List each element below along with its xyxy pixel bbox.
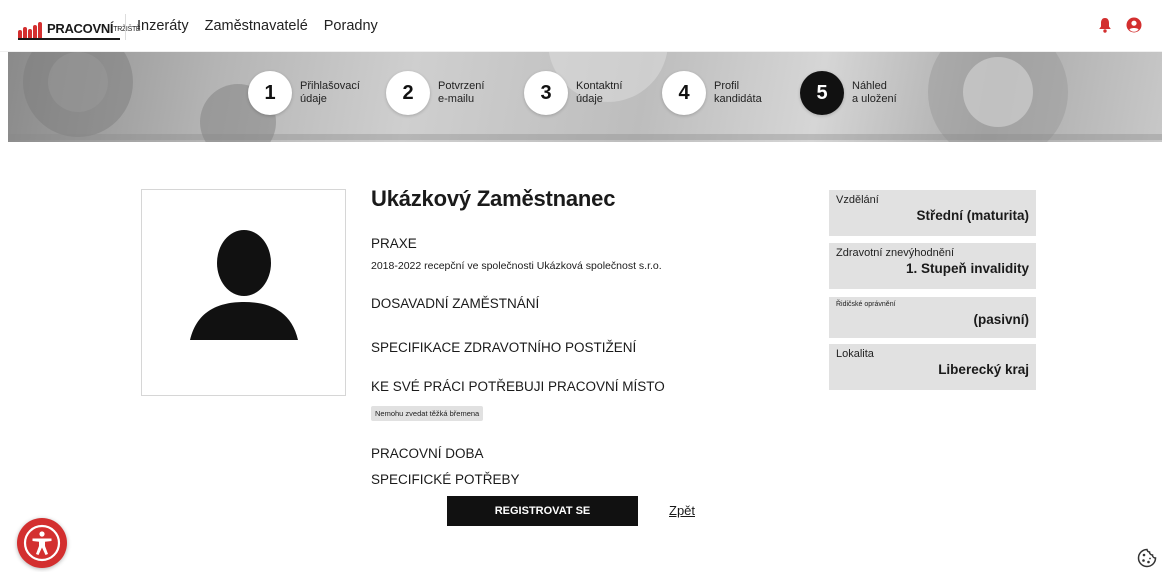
accessibility-button[interactable]: [17, 518, 67, 568]
step-label: Přihlašovací údaje: [300, 80, 360, 105]
step-4[interactable]: 4 Profil kandidáta: [662, 71, 800, 115]
cookie-icon: [1137, 548, 1157, 568]
info-label: Řidičské oprávnění: [836, 301, 896, 308]
info-disability: Zdravotní znevýhodnění 1. Stupeň invalid…: [829, 243, 1036, 289]
top-bar: PRACOVNÍTRŽIŠTĚ Inzeráty Zaměstnavatelé …: [0, 0, 1162, 52]
back-link[interactable]: Zpět: [669, 503, 695, 518]
health-heading: SPECIFIKACE ZDRAVOTNÍHO POSTIŽENÍ: [371, 340, 637, 355]
info-label: Vzdělání: [836, 194, 879, 206]
nav-item-inzeraty[interactable]: Inzeráty: [137, 18, 189, 34]
user-circle-icon[interactable]: [1126, 17, 1142, 38]
step-number: 5: [800, 71, 844, 115]
logo-underline: [18, 38, 120, 40]
praxe-heading: PRAXE: [371, 236, 417, 251]
info-label: Zdravotní znevýhodnění: [836, 247, 955, 259]
nav-item-zamestnavatele[interactable]: Zaměstnavatelé: [205, 18, 308, 34]
info-value: (pasivní): [973, 312, 1029, 327]
step-number: 2: [386, 71, 430, 115]
logo-figures-icon: [18, 22, 42, 38]
profile-content: Ukázkový Zaměstnanec PRAXE 2018-2022 rec…: [371, 186, 811, 487]
info-label: Lokalita: [836, 348, 874, 360]
candidate-name: Ukázkový Zaměstnanec: [371, 186, 616, 211]
needs-heading: SPECIFICKÉ POTŘEBY: [371, 472, 520, 487]
info-value: Střední (maturita): [916, 208, 1029, 223]
info-value: Liberecký kraj: [938, 362, 1029, 377]
profile-photo: [141, 189, 346, 396]
info-location: Lokalita Liberecký kraj: [829, 344, 1036, 390]
step-label: Potvrzení e-mailu: [438, 80, 485, 105]
logo-text: PRACOVNÍTRŽIŠTĚ: [47, 21, 141, 36]
info-value: 1. Stupeň invalidity: [905, 261, 1029, 276]
accessibility-icon: [23, 524, 61, 562]
step-label: Náhled a uložení: [852, 80, 897, 105]
hours-heading: PRACOVNÍ DOBA: [371, 446, 484, 461]
step-2[interactable]: 2 Potvrzení e-mailu: [386, 71, 524, 115]
logo[interactable]: PRACOVNÍTRŽIŠTĚ: [18, 16, 141, 38]
step-label: Kontaktní údaje: [576, 80, 623, 105]
workplace-tag: Nemohu zvedat těžká břemena: [371, 406, 484, 421]
workplace-heading: KE SVÉ PRÁCI POTŘEBUJI PRACOVNÍ MÍSTO: [371, 379, 665, 394]
steps-banner: 1 Přihlašovací údaje 2 Potvrzení e-mailu 3…: [8, 52, 1162, 142]
step-5[interactable]: 5 Náhled a uložení: [800, 71, 938, 115]
bell-icon[interactable]: [1098, 17, 1112, 38]
praxe-text: 2018-2022 recepční ve společnosti Ukázko…: [371, 260, 662, 272]
employment-heading: DOSAVADNÍ ZAMĚSTNÁNÍ: [371, 296, 540, 311]
step-label: Profil kandidáta: [714, 80, 762, 105]
nav-item-poradny[interactable]: Poradny: [324, 18, 378, 34]
info-education: Vzdělání Střední (maturita): [829, 190, 1036, 236]
step-number: 1: [248, 71, 292, 115]
step-number: 3: [524, 71, 568, 115]
info-license: Řidičské oprávnění (pasivní): [829, 297, 1036, 338]
cookie-settings-button[interactable]: [1137, 548, 1157, 572]
step-3[interactable]: 3 Kontaktní údaje: [524, 71, 662, 115]
steps-list: 1 Přihlašovací údaje 2 Potvrzení e-mailu 3…: [248, 71, 938, 115]
register-button[interactable]: REGISTROVAT SE: [447, 496, 638, 526]
header-icons: [1098, 17, 1142, 38]
nav-divider: [125, 14, 126, 40]
step-number: 4: [662, 71, 706, 115]
avatar-placeholder-icon: [190, 230, 298, 340]
main-nav: Inzeráty Zaměstnavatelé Poradny: [137, 18, 378, 34]
step-1[interactable]: 1 Přihlašovací údaje: [248, 71, 386, 115]
